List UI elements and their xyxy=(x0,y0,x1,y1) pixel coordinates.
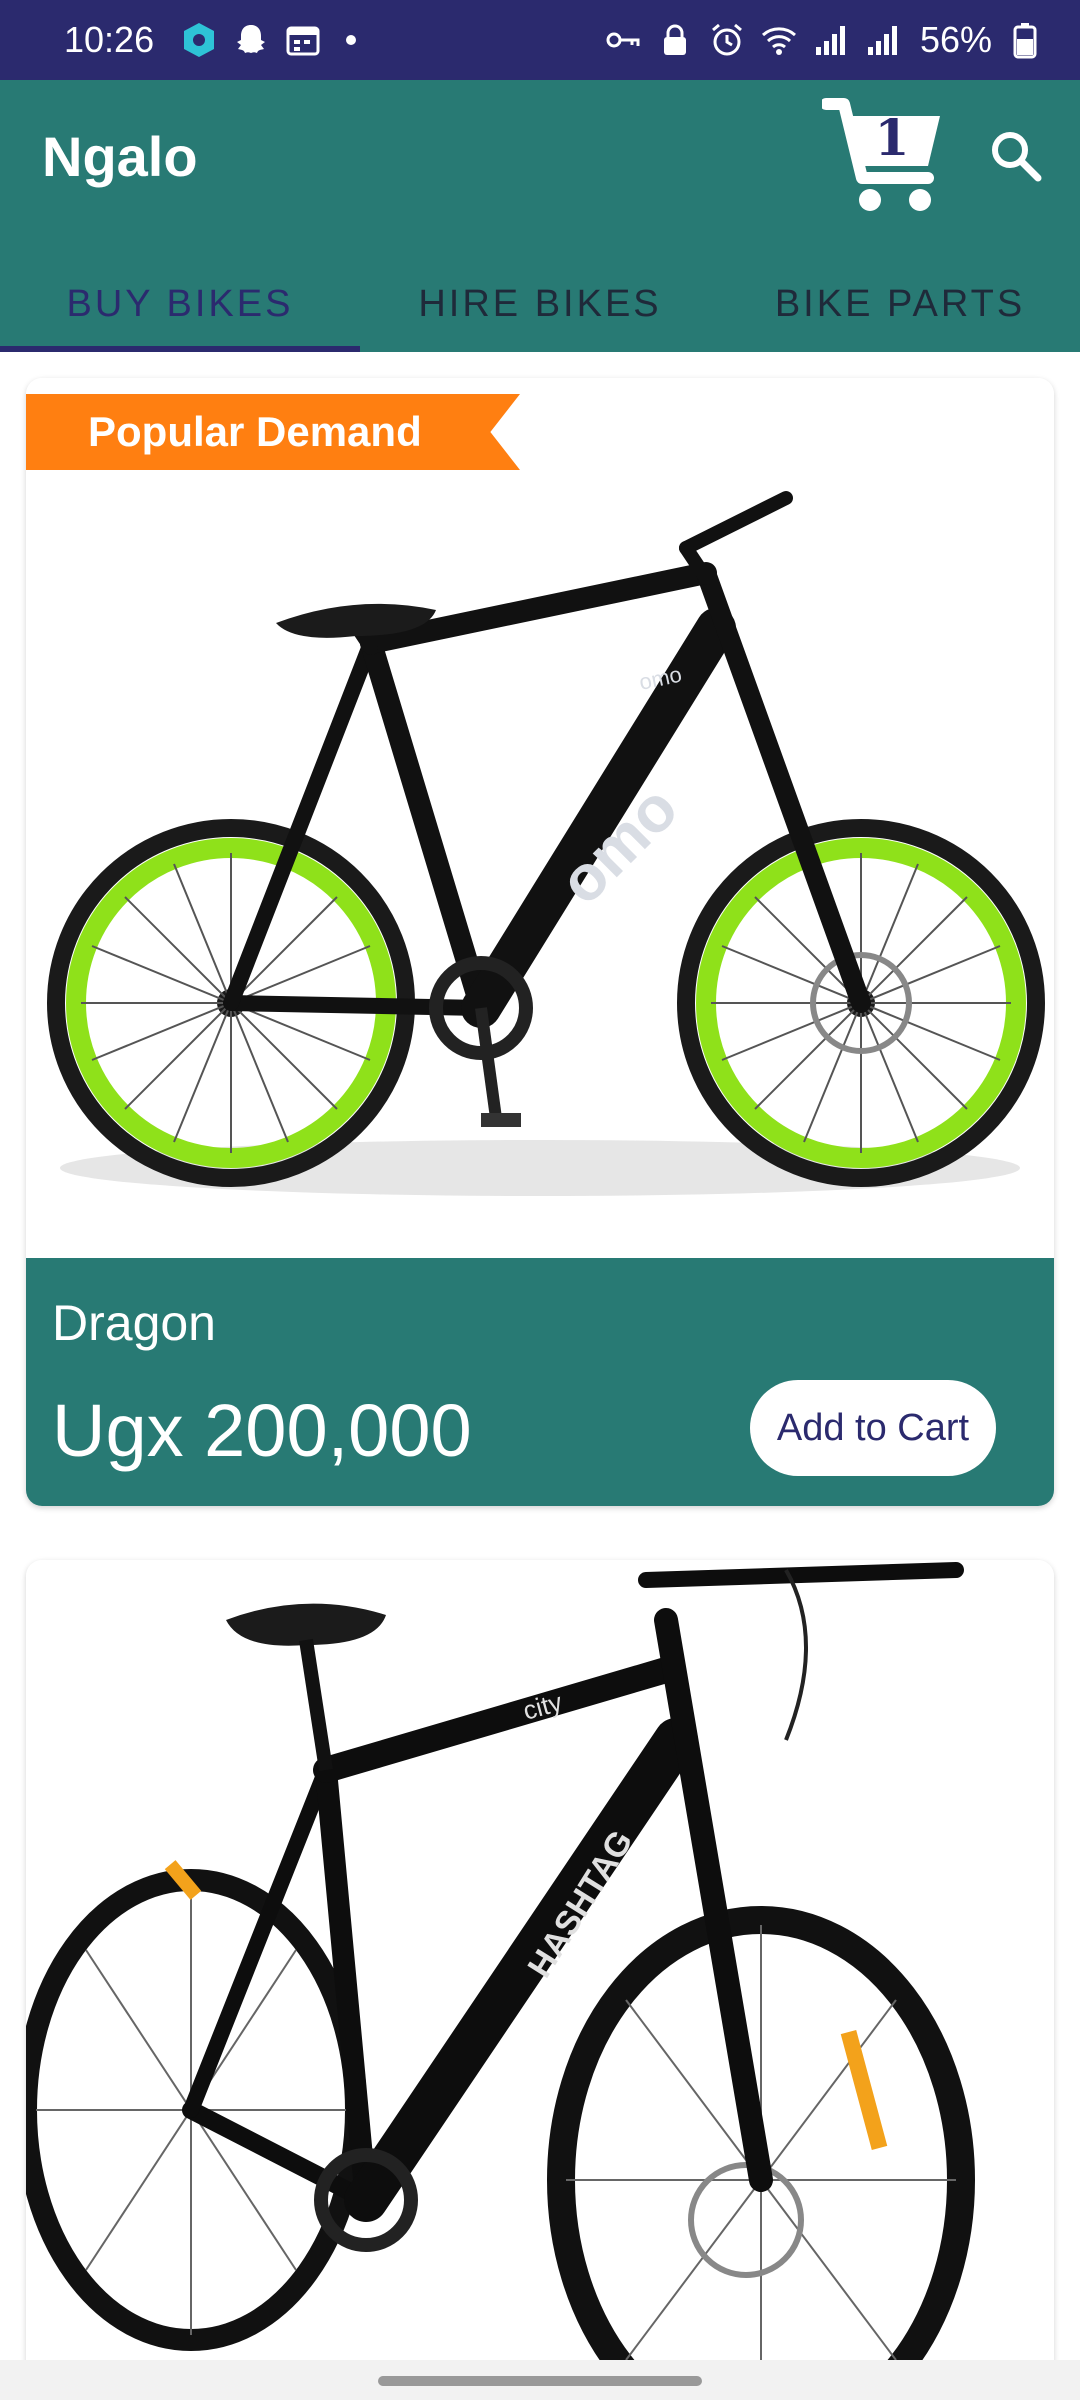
svg-text:city: city xyxy=(520,1687,565,1726)
product-image: HASHTAG city xyxy=(26,1560,1054,2380)
app-title: Ngalo xyxy=(42,125,198,188)
system-nav-bar xyxy=(0,2360,1080,2400)
snapchat-icon xyxy=(232,21,270,59)
product-card[interactable]: omo omo Popular Demand Dragon Ugx 200,00… xyxy=(26,378,1054,1506)
cart-count-badge: 1 xyxy=(874,108,910,167)
product-name: Dragon xyxy=(52,1295,216,1351)
product-price: Ugx 200,000 xyxy=(52,1389,472,1472)
status-right: 56% xyxy=(604,19,1044,61)
tab-buy-bikes[interactable]: BUY BIKES xyxy=(0,256,360,352)
status-time: 10:26 xyxy=(64,19,155,60)
status-left: 10:26 xyxy=(64,19,357,61)
green-rim-bike-image: omo omo xyxy=(47,491,1045,1196)
tab-bike-parts[interactable]: BIKE PARTS xyxy=(720,256,1080,352)
popular-demand-badge: Popular Demand xyxy=(26,394,520,470)
wifi-icon xyxy=(760,21,798,59)
lock-icon xyxy=(656,21,694,59)
calendar-icon xyxy=(284,21,322,59)
battery-percent: 56% xyxy=(919,19,992,60)
alarm-icon xyxy=(708,21,746,59)
gesture-handle[interactable] xyxy=(378,2376,702,2386)
notification-dot xyxy=(346,35,357,45)
tab-hire-bikes[interactable]: HIRE BIKES xyxy=(360,256,720,352)
product-card[interactable]: HASHTAG city xyxy=(26,1560,1054,2380)
tab-bar: BUY BIKES HIRE BIKES BIKE PARTS xyxy=(0,256,1080,352)
add-to-cart-button[interactable]: Add to Cart xyxy=(750,1380,996,1476)
key-icon xyxy=(604,21,642,59)
signal-icon xyxy=(864,21,902,59)
status-bar: 10:26 56% xyxy=(0,0,1080,80)
search-button[interactable] xyxy=(984,124,1048,188)
battery-icon xyxy=(1006,21,1044,59)
app-bar: Ngalo 1 BUY BIKES HIRE BIKES BIKE PARTS xyxy=(0,80,1080,352)
cart-button[interactable]: 1 xyxy=(820,94,948,220)
vpn-icon xyxy=(180,21,218,59)
product-image: omo omo Popular Demand xyxy=(26,378,1054,1258)
product-info: Dragon Ugx 200,000 Add to Cart xyxy=(26,1258,1054,1506)
black-bike-image: HASHTAG city xyxy=(26,1562,975,2380)
search-icon xyxy=(992,132,1042,182)
signal-icon xyxy=(812,21,850,59)
